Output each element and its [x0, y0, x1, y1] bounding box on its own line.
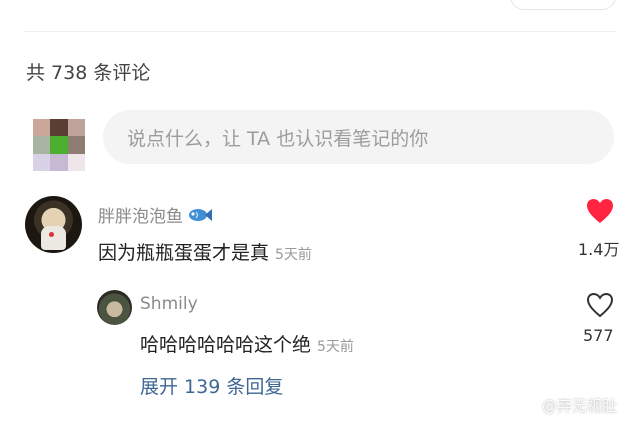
heart-outline-icon[interactable] [586, 292, 614, 318]
like-count: 577 [583, 326, 614, 345]
comment-count: 共 738 条评论 [26, 62, 151, 84]
reply-username[interactable]: Shmily [140, 294, 198, 314]
heart-filled-icon[interactable] [586, 198, 614, 224]
watermark: @弃无视肚 [520, 395, 617, 416]
like-count: 1.4万 [578, 240, 620, 259]
comment-text: 因为瓶瓶蛋蛋才是真 5天前 [98, 242, 312, 264]
reply-time: 5天前 [317, 339, 354, 355]
my-avatar [33, 119, 85, 171]
expand-replies-link[interactable]: 展开 139 条回复 [140, 372, 283, 399]
comment-time: 5天前 [275, 247, 312, 263]
avatar[interactable] [25, 196, 82, 253]
top-pill-button[interactable] [510, 0, 616, 10]
weibo-logo-icon [520, 402, 536, 414]
fish-icon [189, 208, 212, 221]
divider [24, 31, 616, 32]
comment-input[interactable]: 说点什么，让 TA 也认识看笔记的你 [103, 110, 614, 164]
avatar-astronaut [41, 226, 66, 250]
avatar[interactable] [97, 290, 132, 325]
reply-text: 哈哈哈哈哈哈这个绝 5天前 [140, 334, 354, 356]
comment-username[interactable]: 胖胖泡泡鱼 [98, 202, 213, 227]
comment-input-placeholder: 说点什么，让 TA 也认识看笔记的你 [127, 127, 429, 150]
